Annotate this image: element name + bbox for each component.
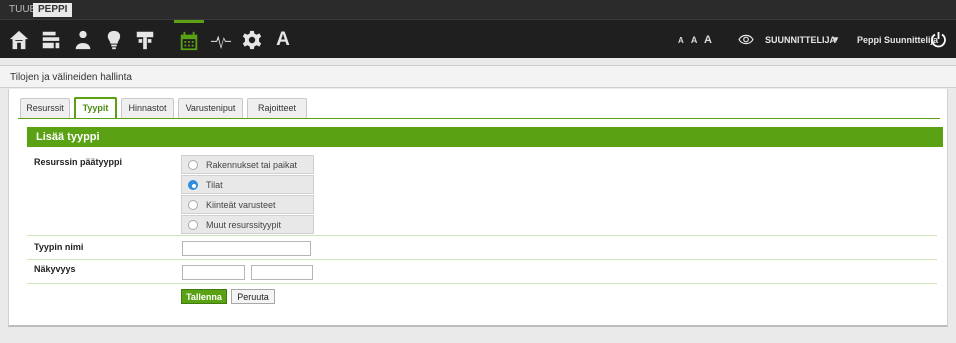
tab-rajoitteet[interactable]: Rajoitteet [247,98,307,119]
save-button[interactable]: Tallenna [181,289,227,304]
radio-button[interactable] [188,219,198,230]
radio-option-tilat[interactable]: Tilat [181,175,314,194]
tab-tyypit[interactable]: Tyypit [74,97,117,119]
radio-option-muut[interactable]: Muut resurssityypit [181,215,314,234]
row-divider [27,235,937,236]
tools-icon[interactable] [130,20,160,59]
type-name-input[interactable] [182,241,311,256]
chevron-down-icon[interactable]: ▼ [832,35,840,44]
visibility-from-input[interactable] [182,265,245,280]
text-size-controls: A A A [678,34,715,46]
eye-icon [738,33,754,46]
calendar-icon[interactable] [174,20,204,59]
page-title: Tilojen ja välineiden hallinta [10,72,132,83]
tab-underline [18,118,940,119]
main-type-radio-group: Rakennukset tai paikat Tilat Kiinteät va… [181,155,314,235]
role-selector[interactable]: SUUNNITTELIJA [765,35,836,45]
brand-bar: TUUBI PEPPI [0,0,956,19]
lightbulb-icon[interactable] [99,20,129,59]
user-name[interactable]: Peppi Suunnittelija [857,35,938,45]
tab-resurssit[interactable]: Resurssit [20,98,70,119]
radio-label: Tilat [206,179,223,190]
tab-hinnastot[interactable]: Hinnastot [121,98,174,119]
text-size-large[interactable]: A [704,34,713,46]
radio-option-kiinteat[interactable]: Kiinteät varusteet [181,195,314,214]
radio-label: Kiinteät varusteet [206,199,276,210]
radio-option-rakennukset[interactable]: Rakennukset tai paikat [181,155,314,174]
radio-button[interactable] [188,159,198,170]
type-name-label: Tyypin nimi [34,242,84,252]
radio-button[interactable] [188,199,198,210]
main-nav: A A A A SUUNNITTELIJA ▼ Peppi Suunnittel… [0,19,956,58]
power-icon[interactable] [930,31,947,48]
content-panel: Resurssit Tyypit Hinnastot Varusteniput … [8,89,948,327]
main-type-label: Resurssin päätyyppi [34,157,123,167]
row-divider [27,259,937,260]
visibility-to-input[interactable] [251,265,313,280]
radio-label: Rakennukset tai paikat [206,159,298,170]
radio-label: Muut resurssityypit [206,219,282,230]
text-size-medium[interactable]: A [691,35,699,45]
person-icon[interactable] [68,20,98,59]
activity-icon[interactable] [206,20,236,59]
row-divider [27,283,937,284]
section-title: Lisää tyyppi [27,127,943,147]
font-icon[interactable]: A [268,20,298,59]
tab-varusteniput[interactable]: Varusteniput [178,98,243,119]
layers-icon[interactable] [36,20,66,59]
peppi-link[interactable]: PEPPI [33,3,73,17]
radio-button-checked[interactable] [188,179,198,190]
visibility-label: Näkyvyys [34,264,76,274]
gear-icon[interactable] [237,20,267,59]
text-size-small[interactable]: A [678,36,685,45]
home-icon[interactable] [4,20,34,59]
cancel-button[interactable]: Peruuta [231,289,275,304]
breadcrumb: Tilojen ja välineiden hallinta [0,65,956,88]
